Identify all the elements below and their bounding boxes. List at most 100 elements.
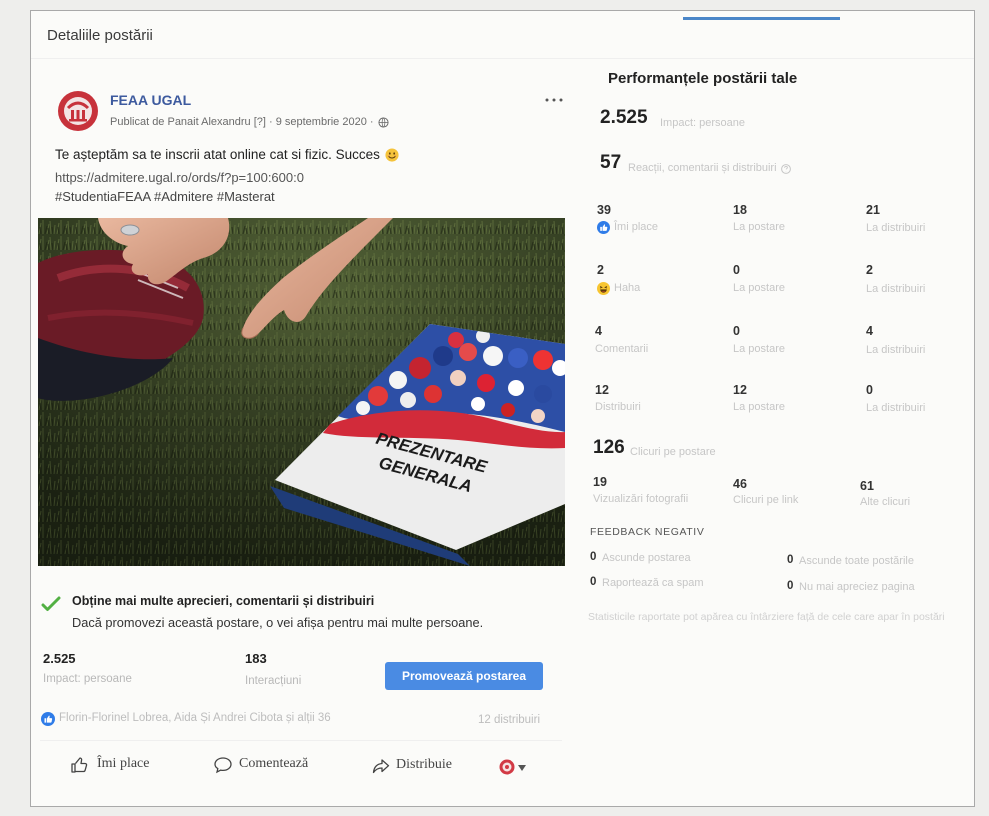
reactions-summary-link[interactable]: Florin-Florinel Lobrea, Aida Și Andrei C…	[59, 712, 331, 726]
collage-figure	[459, 343, 477, 361]
insights-title: Performanțele postării tale	[608, 70, 798, 87]
likes-on-shares: 21	[866, 203, 880, 217]
photo-views-value: 19	[593, 475, 607, 489]
photo-views-label: Vizualizări fotografii	[593, 493, 689, 505]
likes-on-post: 18	[733, 203, 747, 217]
haha-total: 2	[597, 263, 604, 277]
insights-footnote: Statisticile raportate pot apărea cu înt…	[588, 611, 945, 623]
insights-engagement-label-text: Reacții, comentarii și distribuiri	[628, 162, 777, 174]
collage-figure	[409, 357, 431, 379]
comments-label: Comentarii	[595, 343, 649, 355]
insights-engagement-value: 57	[600, 152, 622, 173]
link-clicks-value: 46	[733, 477, 747, 491]
dialog-title: Detaliile postării	[47, 27, 153, 44]
unlike-page-value: 0	[787, 580, 794, 592]
comment-icon	[214, 757, 232, 774]
insights-reach-value: 2.525	[600, 107, 648, 128]
collage-figure	[389, 371, 407, 389]
post-meta: Publicat de Panait Alexandru [?] · 9 sep…	[110, 116, 389, 129]
hide-all-posts-value: 0	[787, 554, 794, 566]
reach-value: 2.525	[43, 651, 76, 666]
likes-label-text: Îmi place	[614, 221, 659, 233]
haha-label-text: Haha	[614, 282, 641, 294]
column-label-on-shares: La distribuiri	[866, 344, 926, 356]
loading-progress-bar	[683, 17, 840, 20]
share-icon	[372, 759, 390, 774]
post-photo[interactable]: PREZENTARE GENERALA	[38, 218, 565, 566]
share-button-label: Distribuie	[396, 757, 452, 772]
shares-label: Distribuiri	[595, 401, 641, 413]
unlike-page-label: Nu mai apreciez pagina	[799, 581, 915, 593]
photo-scene: PREZENTARE GENERALA	[38, 218, 565, 566]
post-message-text: Te așteptăm sa te inscrii atat online ca…	[55, 147, 380, 162]
collage-figure	[448, 332, 464, 348]
emblem-base	[69, 119, 87, 122]
post-message: Te așteptăm sa te inscrii atat online ca…	[55, 147, 399, 163]
post-meta-text: Publicat de Panait Alexandru [?] · 9 sep…	[110, 116, 374, 128]
column-label-on-shares: La distribuiri	[866, 402, 926, 414]
shares-on-post: 12	[733, 383, 747, 397]
column-label-on-shares: La distribuiri	[866, 283, 926, 295]
column-label-on-post: La postare	[733, 282, 785, 294]
emblem-column	[82, 110, 85, 119]
more-options-icon[interactable]	[544, 97, 564, 103]
screen: Detaliile postării FEAA UGAL Publicat de…	[0, 0, 989, 816]
shares-count-link[interactable]: 12 distribuiri	[478, 714, 540, 728]
globe-icon[interactable]	[378, 117, 389, 128]
collage-figure	[531, 409, 545, 423]
thumbs-up-icon	[71, 757, 88, 773]
promote-post-button[interactable]: Promovează postarea	[385, 662, 543, 690]
column-label-on-post: La postare	[733, 401, 785, 413]
page-avatar[interactable]	[57, 90, 99, 132]
like-reaction-icon	[41, 712, 55, 726]
engagement-value: 183	[245, 651, 267, 666]
collage-figure	[433, 346, 453, 366]
collage-figure	[400, 392, 416, 408]
collage-figure	[483, 346, 503, 366]
comments-on-post: 0	[733, 324, 740, 338]
column-label-on-post: La postare	[733, 343, 785, 355]
header-divider	[31, 58, 974, 59]
comments-on-shares: 4	[866, 324, 873, 338]
comments-total: 4	[595, 324, 602, 338]
haha-label: Haha	[597, 282, 641, 296]
insights-engagement-label: Reacții, comentarii și distribuiri	[628, 162, 791, 175]
hide-post-value: 0	[590, 551, 597, 563]
post-link[interactable]: https://admitere.ugal.ro/ords/f?p=100:60…	[55, 170, 304, 186]
link-clicks-label: Clicuri pe link	[733, 494, 799, 506]
collage-figure	[368, 386, 388, 406]
haha-on-post: 0	[733, 263, 740, 277]
other-clicks-value: 61	[860, 479, 874, 493]
page-name-link[interactable]: FEAA UGAL	[110, 92, 191, 109]
hide-all-posts-label: Ascunde toate postările	[799, 555, 914, 567]
emblem-column	[71, 110, 74, 119]
collage-figure	[501, 403, 515, 417]
collage-figure	[508, 348, 528, 368]
shares-on-shares: 0	[866, 383, 873, 397]
engagement-label: Interacțiuni	[245, 675, 302, 687]
collage-figure	[356, 401, 370, 415]
info-icon[interactable]	[780, 163, 791, 174]
likes-total: 39	[597, 203, 611, 217]
like-reaction-icon	[597, 221, 610, 235]
smiling-face-icon	[385, 148, 399, 162]
reach-label: Impact: persoane	[43, 673, 132, 685]
collage-figure	[471, 397, 485, 411]
post-clicks-label: Clicuri pe postare	[630, 446, 716, 458]
hide-post-label: Ascunde postarea	[602, 552, 691, 564]
collage-figure	[424, 385, 442, 403]
column-label-on-post: La postare	[733, 221, 785, 233]
post-as-avatar[interactable]	[499, 759, 515, 775]
insights-reach-label: Impact: persoane	[660, 117, 745, 129]
haha-on-shares: 2	[866, 263, 873, 277]
other-clicks-label: Alte clicuri	[860, 496, 911, 508]
collage-figure	[533, 350, 553, 370]
comment-button-label: Comentează	[239, 756, 309, 771]
emblem-column	[76, 110, 80, 119]
negative-feedback-title: FEEDBACK NEGATIV	[590, 526, 705, 538]
post-hashtags[interactable]: #StudentiaFEAA #Admitere #Masterat	[55, 189, 275, 205]
collage-figure	[508, 380, 524, 396]
chevron-down-icon[interactable]	[518, 765, 526, 771]
promo-heading: Obține mai multe aprecieri, comentarii ș…	[72, 594, 375, 608]
shares-total: 12	[595, 383, 609, 397]
